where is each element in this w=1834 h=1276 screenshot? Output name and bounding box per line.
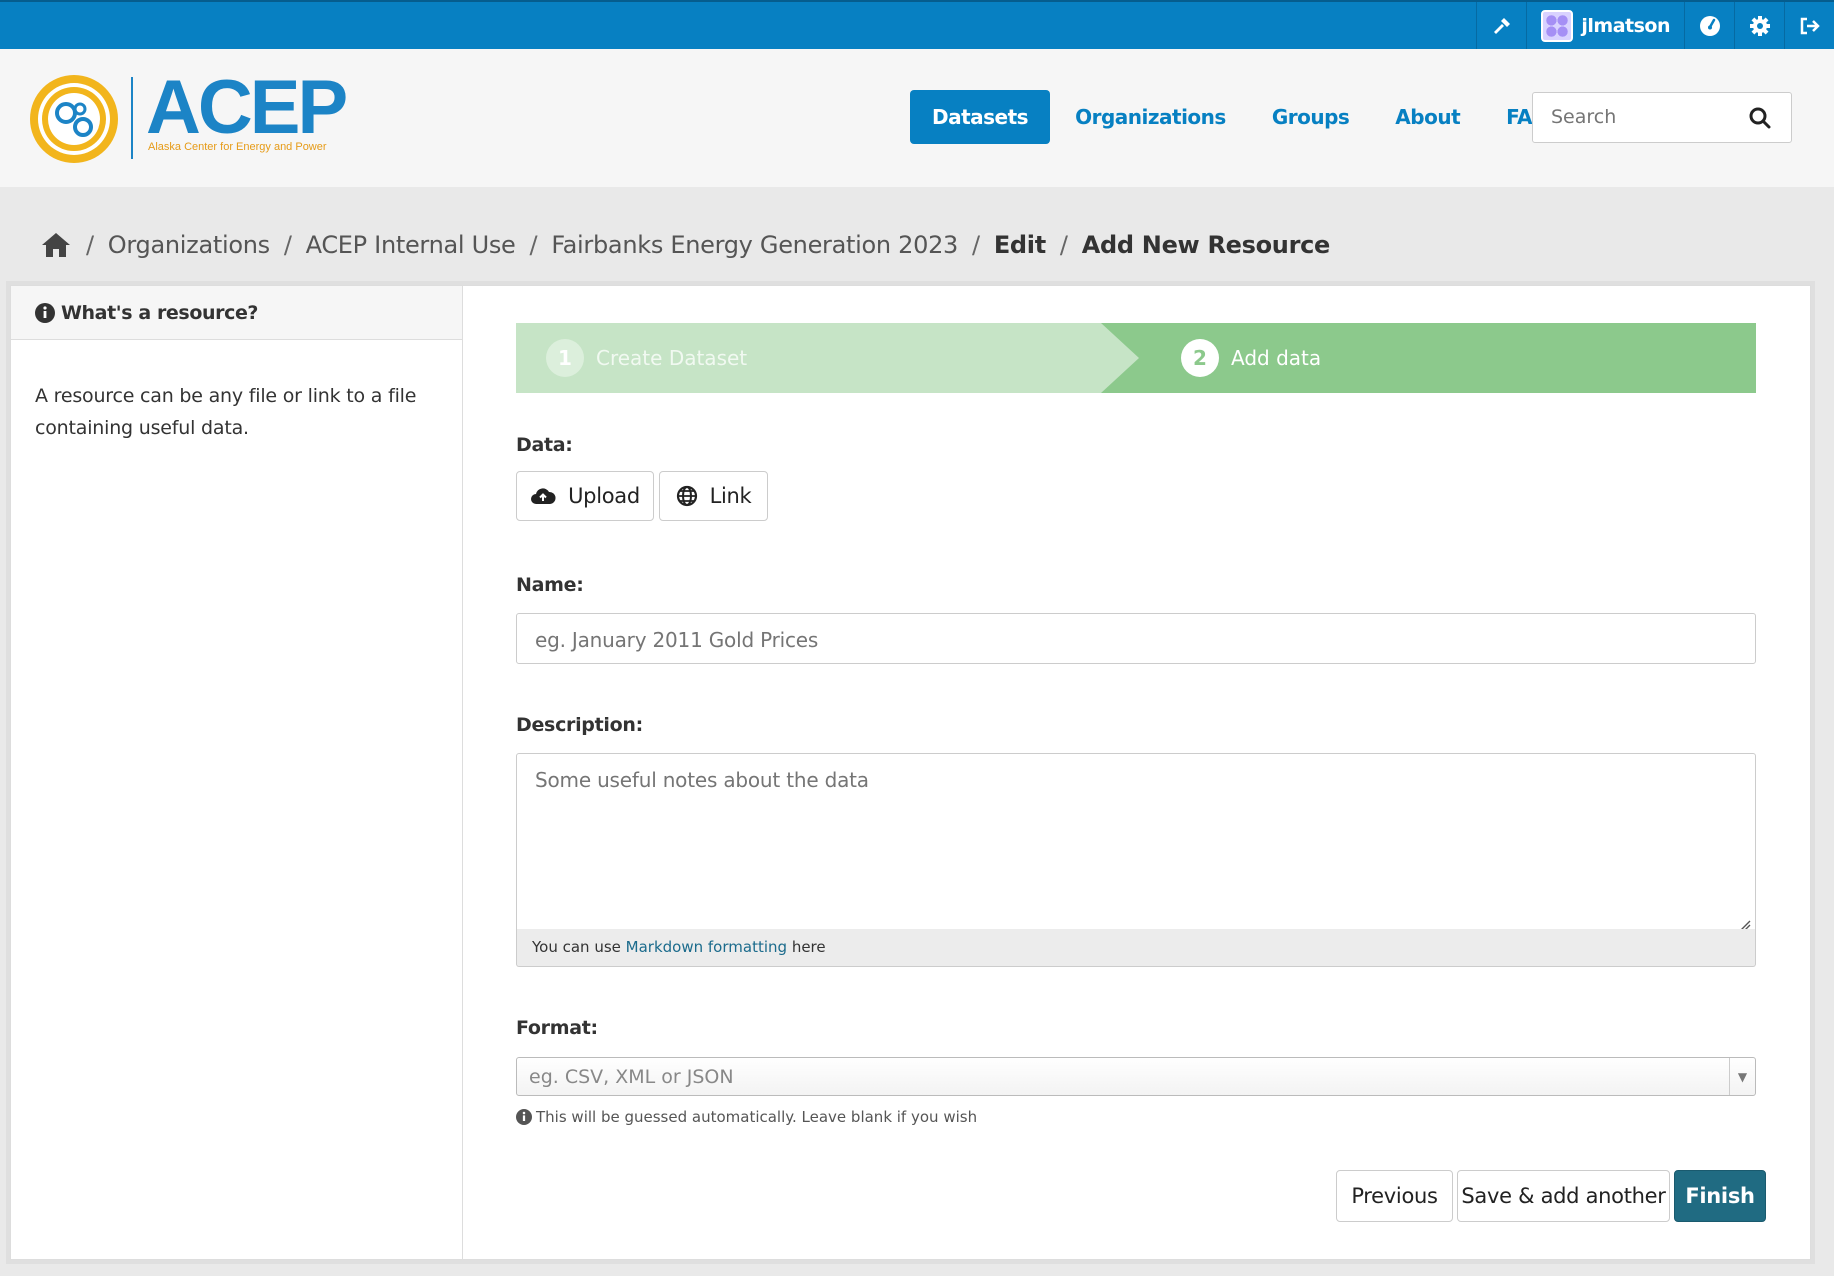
home-icon[interactable] [40, 231, 72, 259]
account-bar: jlmatson [0, 0, 1834, 49]
format-help-text: This will be guessed automatically. Leav… [536, 1108, 978, 1126]
finish-button[interactable]: Finish [1674, 1170, 1766, 1222]
search-input[interactable] [1551, 106, 1741, 128]
stage-add-data: 2 Add data [1101, 323, 1756, 393]
format-help: This will be guessed automatically. Leav… [516, 1108, 977, 1126]
sysadmin-hammer-icon[interactable] [1476, 2, 1526, 49]
format-placeholder: eg. CSV, XML or JSON [529, 1066, 734, 1088]
markdown-link[interactable]: Markdown formatting [626, 938, 787, 956]
save-add-another-button[interactable]: Save & add another [1457, 1170, 1670, 1222]
breadcrumb-separator: / [86, 231, 94, 259]
breadcrumb-edit[interactable]: Edit [994, 231, 1046, 259]
link-button[interactable]: Link [659, 471, 768, 521]
format-label: Format: [516, 1017, 598, 1039]
upload-button[interactable]: Upload [516, 471, 654, 521]
description-label: Description: [516, 714, 643, 736]
main-wrapper: What's a resource? A resource can be any… [10, 285, 1811, 1260]
name-placeholder: eg. January 2011 Gold Prices [535, 628, 819, 652]
stage-indicator: 1 Create Dataset 2 Add data [516, 323, 1756, 393]
info-icon [35, 302, 55, 323]
logo-wordmark: ACEP [146, 65, 348, 150]
stage-arrow [1101, 323, 1139, 393]
nav-datasets[interactable]: Datasets [910, 90, 1051, 144]
name-label: Name: [516, 574, 584, 596]
avatar [1541, 9, 1574, 42]
chevron-down-icon[interactable]: ▼ [1729, 1058, 1755, 1095]
format-select[interactable]: eg. CSV, XML or JSON ▼ [516, 1057, 1756, 1096]
breadcrumb: / Organizations / ACEP Internal Use / Fa… [40, 226, 1330, 264]
masthead: ACEP Alaska Center for Energy and Power … [0, 49, 1834, 187]
breadcrumb-separator: / [1059, 231, 1068, 259]
sidebar: What's a resource? A resource can be any… [11, 286, 463, 1259]
stage-create-dataset[interactable]: 1 Create Dataset [516, 323, 1101, 393]
search-icon[interactable] [1749, 107, 1771, 133]
dashboard-icon[interactable] [1684, 2, 1734, 49]
markdown-hint: You can use Markdown formatting here [516, 929, 1756, 967]
globe-icon [676, 485, 697, 507]
stage-label: Add data [1231, 346, 1322, 370]
upload-label: Upload [568, 484, 640, 508]
breadcrumb-current: Add New Resource [1081, 231, 1331, 259]
markdown-suffix: here [791, 938, 826, 956]
name-field[interactable]: eg. January 2011 Gold Prices [516, 613, 1756, 664]
nav-groups[interactable]: Groups [1251, 90, 1370, 144]
stage-number: 2 [1181, 339, 1219, 377]
acep-gear-logo-icon [30, 75, 118, 163]
description-textarea[interactable]: Some useful notes about the data [516, 753, 1756, 931]
stage-number: 1 [546, 339, 584, 377]
markdown-prefix: You can use [532, 938, 621, 956]
logout-icon[interactable] [1784, 2, 1834, 49]
description-placeholder: Some useful notes about the data [535, 768, 869, 792]
breadcrumb-separator: / [972, 231, 980, 259]
breadcrumb-organization[interactable]: ACEP Internal Use [306, 231, 516, 259]
nav-organizations[interactable]: Organizations [1054, 90, 1247, 144]
breadcrumb-dataset[interactable]: Fairbanks Energy Generation 2023 [551, 231, 958, 259]
sidebar-description: A resource can be any file or link to a … [35, 385, 417, 439]
breadcrumb-separator: / [529, 231, 538, 259]
breadcrumb-separator: / [283, 231, 292, 259]
logo-tagline: Alaska Center for Energy and Power [148, 141, 327, 153]
breadcrumb-organizations[interactable]: Organizations [108, 231, 270, 259]
site-search [1532, 92, 1792, 143]
main-nav: Datasets Organizations Groups About FAQ [910, 90, 1574, 144]
link-label: Link [709, 484, 752, 508]
user-profile-link[interactable]: jlmatson [1526, 2, 1684, 49]
nav-about[interactable]: About [1374, 90, 1481, 144]
cloud-upload-icon [531, 488, 556, 504]
previous-button[interactable]: Previous [1336, 1170, 1453, 1222]
logo-divider [131, 77, 133, 159]
sidebar-heading: What's a resource? [11, 286, 462, 340]
account-menu: jlmatson [1476, 2, 1834, 49]
stage-label: Create Dataset [596, 346, 748, 370]
username: jlmatson [1581, 14, 1670, 37]
sidebar-title: What's a resource? [61, 301, 259, 324]
acep-logo[interactable]: ACEP Alaska Center for Energy and Power [28, 65, 348, 165]
settings-gear-icon[interactable] [1734, 2, 1784, 49]
data-label: Data: [516, 434, 573, 456]
info-icon [516, 1109, 532, 1125]
